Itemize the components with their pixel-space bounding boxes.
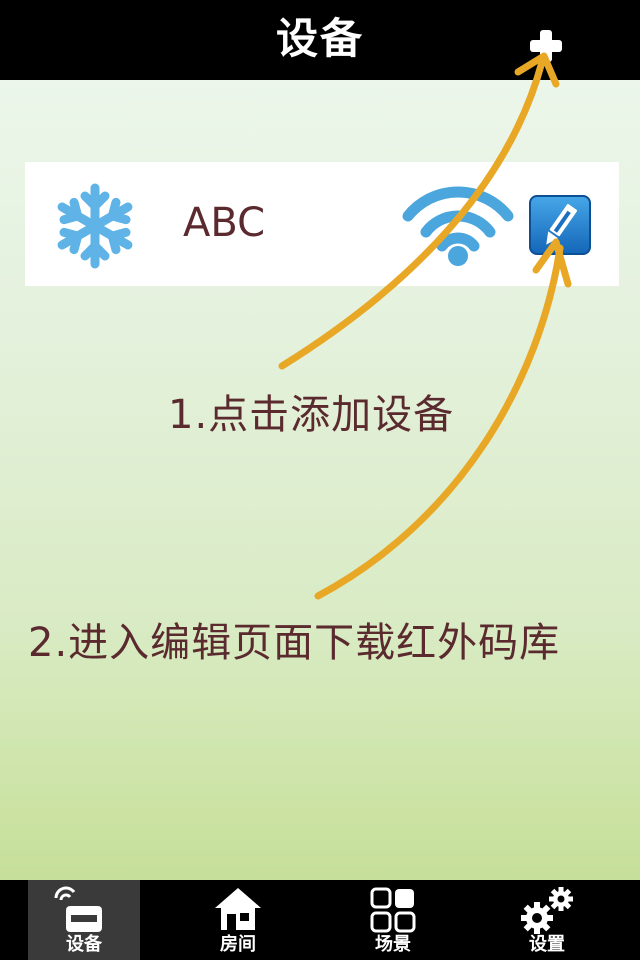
bottom-tab-bar: 设备 房间 场景 设置 xyxy=(0,880,640,960)
edit-device-button[interactable] xyxy=(529,195,591,255)
device-name: ABC xyxy=(183,200,266,246)
tab-rooms[interactable]: 房间 xyxy=(182,880,294,960)
annotation-arrows xyxy=(278,52,572,600)
tab-settings[interactable]: 设置 xyxy=(491,880,603,960)
tab-scenes-label: 场景 xyxy=(375,934,411,955)
device-icon xyxy=(54,886,102,932)
tab-devices[interactable]: 设备 xyxy=(28,880,140,960)
plus-icon xyxy=(530,30,562,62)
house-icon xyxy=(215,888,261,930)
snowflake-icon xyxy=(57,183,133,269)
wifi-icon xyxy=(402,186,514,266)
tab-settings-label: 设置 xyxy=(529,934,565,955)
tab-devices-label: 设备 xyxy=(66,934,102,955)
gears-icon xyxy=(521,887,573,934)
tab-scenes[interactable]: 场景 xyxy=(337,880,449,960)
tab-rooms-label: 房间 xyxy=(220,934,256,955)
add-device-button[interactable] xyxy=(526,26,566,66)
grid-icon xyxy=(370,887,416,933)
edit-icon xyxy=(529,195,591,255)
hint-step-1: 1.点击添加设备 xyxy=(168,392,455,438)
hint-step-2: 2.进入编辑页面下载红外码库 xyxy=(28,620,561,666)
